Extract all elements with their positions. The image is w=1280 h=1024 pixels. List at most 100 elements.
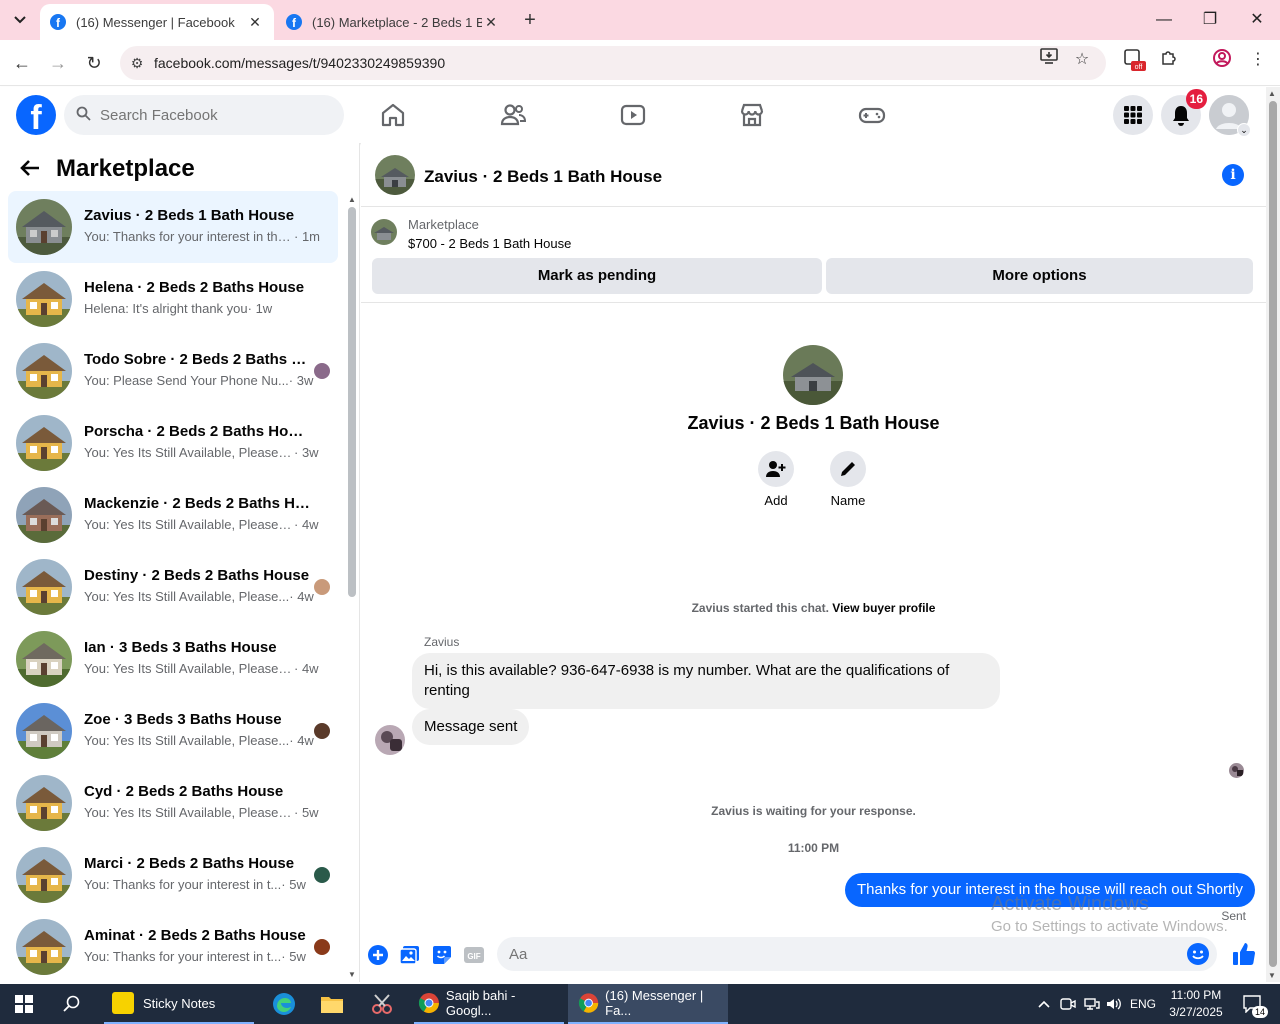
minimize-button[interactable]: — xyxy=(1152,8,1176,32)
thumbs-up-icon[interactable] xyxy=(1231,941,1257,967)
address-bar[interactable]: ⚙ facebook.com/messages/t/94023302498593… xyxy=(120,46,1106,80)
pencil-icon[interactable] xyxy=(830,451,866,487)
conversation-item[interactable]: Marci · 2 Beds 2 Baths House You: Thanks … xyxy=(8,839,338,911)
add-person-action[interactable]: Add xyxy=(746,451,806,508)
start-button[interactable] xyxy=(0,984,48,1024)
photo-icon[interactable] xyxy=(399,944,421,966)
taskbar-sticky-notes[interactable]: Sticky Notes xyxy=(104,984,254,1024)
taskbar-file-explorer[interactable] xyxy=(310,984,354,1024)
incoming-message[interactable]: Hi, is this available? 936-647-6938 is m… xyxy=(412,653,1000,709)
scrollbar-thumb[interactable] xyxy=(348,207,356,597)
more-options-button[interactable]: More options xyxy=(826,258,1253,294)
incoming-message[interactable]: Message sent xyxy=(412,709,530,745)
browser-menu-icon[interactable]: ⋮ xyxy=(1246,48,1270,72)
conversation-item[interactable]: Ian · 3 Beds 3 Baths House You: Yes Its S… xyxy=(8,623,338,695)
chat-started-notice: Zavius started this chat. View buyer pro… xyxy=(361,601,1266,615)
conversation-item[interactable]: Porscha · 2 Beds 2 Baths House You: Yes I… xyxy=(8,407,338,479)
site-info-icon[interactable]: ⚙ xyxy=(120,55,154,72)
account-avatar[interactable]: ⌄ xyxy=(1209,95,1251,137)
show-hidden-icons[interactable] xyxy=(1034,984,1054,1024)
restore-button[interactable]: ❐ xyxy=(1198,8,1222,32)
conversation-item[interactable]: Destiny · 2 Beds 2 Baths House You: Yes I… xyxy=(8,551,338,623)
scroll-up-icon[interactable]: ▲ xyxy=(348,195,356,204)
profile-icon[interactable] xyxy=(1210,48,1234,72)
info-icon[interactable]: i xyxy=(1222,164,1244,186)
conversation-item[interactable]: Aminat · 2 Beds 2 Baths House You: Thanks… xyxy=(8,911,338,983)
meet-now-icon[interactable] xyxy=(1058,984,1078,1024)
add-person-icon[interactable] xyxy=(758,451,794,487)
emoji-icon[interactable] xyxy=(1187,943,1209,965)
bookmark-star-icon[interactable]: ☆ xyxy=(1070,48,1094,72)
preview-time: · 4w xyxy=(289,589,314,604)
facebook-search[interactable] xyxy=(64,95,344,135)
friends-icon[interactable] xyxy=(499,101,527,129)
conversation-item[interactable]: Zoe · 3 Beds 3 Baths House You: Yes Its S… xyxy=(8,695,338,767)
video-icon[interactable] xyxy=(619,101,647,129)
chat-avatar[interactable] xyxy=(375,155,415,195)
tab-search-button[interactable] xyxy=(6,7,34,33)
panel-scrollbar[interactable]: ▲ ▼ xyxy=(346,195,356,979)
plus-circle-icon[interactable] xyxy=(367,944,389,966)
scroll-down-icon[interactable]: ▼ xyxy=(348,970,356,979)
facebook-logo-icon[interactable]: f xyxy=(16,95,56,135)
install-app-icon[interactable] xyxy=(1037,48,1061,72)
scroll-up-icon[interactable]: ▲ xyxy=(1268,89,1276,98)
browser-tab-messenger[interactable]: f (16) Messenger | Facebook ✕ xyxy=(40,4,274,40)
search-input[interactable] xyxy=(100,106,320,124)
view-buyer-profile-link[interactable]: View buyer profile xyxy=(832,601,935,615)
close-tab-icon[interactable]: ✕ xyxy=(482,14,500,31)
windows-logo-icon xyxy=(15,995,33,1013)
conversation-name: Marci · 2 Beds 2 Baths House xyxy=(84,855,295,872)
page-scrollbar[interactable]: ▲ ▼ xyxy=(1266,87,1280,982)
volume-icon[interactable] xyxy=(1104,984,1124,1024)
conversation-item[interactable]: Zavius · 2 Beds 1 Bath House You: Thanks … xyxy=(8,191,338,263)
notifications-button[interactable]: 16 xyxy=(1161,89,1207,135)
taskbar-search-button[interactable] xyxy=(48,984,96,1024)
conversation-name: Todo Sobre · 2 Beds 2 Baths H... xyxy=(84,351,310,368)
home-icon[interactable] xyxy=(379,101,407,129)
listing-price[interactable]: $700 - 2 Beds 1 Bath House xyxy=(408,236,571,251)
conversation-item[interactable]: Helena · 2 Beds 2 Baths House Helena: It'… xyxy=(8,263,338,335)
page-scrollbar-thumb[interactable] xyxy=(1269,101,1277,967)
mark-as-pending-button[interactable]: Mark as pending xyxy=(372,258,822,294)
reload-button[interactable]: ↻ xyxy=(81,50,107,76)
menu-grid-button[interactable] xyxy=(1113,95,1153,135)
gif-icon[interactable]: GIF xyxy=(463,944,485,966)
conversation-item[interactable]: Mackenzie · 2 Beds 2 Baths House You: Yes… xyxy=(8,479,338,551)
name-action[interactable]: Name xyxy=(818,451,878,508)
close-window-button[interactable]: ✕ xyxy=(1245,8,1269,32)
watermark-line2: Go to Settings to activate Windows. xyxy=(991,918,1228,935)
taskbar-edge[interactable] xyxy=(262,984,306,1024)
network-icon[interactable] xyxy=(1082,984,1102,1024)
scroll-down-icon[interactable]: ▼ xyxy=(1268,971,1276,980)
back-arrow-icon[interactable] xyxy=(20,157,40,183)
message-input[interactable] xyxy=(509,945,1169,963)
browser-tab-marketplace[interactable]: f (16) Marketplace - 2 Beds 1 Bath ✕ xyxy=(276,4,510,40)
conversation-item[interactable]: Todo Sobre · 2 Beds 2 Baths H... You: Ple… xyxy=(8,335,338,407)
close-tab-icon[interactable]: ✕ xyxy=(246,14,264,31)
taskbar-chrome-saqib[interactable]: Saqib bahi - Googl... xyxy=(414,984,564,1024)
gaming-icon[interactable] xyxy=(858,101,886,129)
message-input-container[interactable] xyxy=(497,937,1217,971)
conversation-name: Aminat · 2 Beds 2 Baths House xyxy=(84,927,306,944)
sender-name: Zavius xyxy=(424,635,460,649)
preview-time: · 5w xyxy=(294,805,319,820)
chat-title[interactable]: Zavius · 2 Beds 1 Bath House xyxy=(424,167,662,187)
profile-avatar[interactable] xyxy=(783,345,843,405)
taskbar-snipping-tool[interactable] xyxy=(360,984,404,1024)
forward-button[interactable]: → xyxy=(45,50,71,76)
back-button[interactable]: ← xyxy=(9,50,35,76)
extension-off-icon[interactable]: off xyxy=(1122,48,1146,72)
marketplace-icon[interactable] xyxy=(738,101,766,129)
started-text: Zavius started this chat. xyxy=(691,601,829,615)
sender-avatar[interactable] xyxy=(375,725,405,755)
sticker-icon[interactable] xyxy=(431,944,453,966)
taskbar-clock[interactable]: 11:00 PM 3/27/2025 xyxy=(1158,987,1234,1021)
listing-thumbnail[interactable] xyxy=(371,219,397,245)
extensions-puzzle-icon[interactable] xyxy=(1157,48,1181,72)
new-tab-button[interactable]: + xyxy=(518,9,542,33)
conversation-item[interactable]: Cyd · 2 Beds 2 Baths House You: Yes Its S… xyxy=(8,767,338,839)
taskbar-chrome-messenger[interactable]: (16) Messenger | Fa... xyxy=(568,984,728,1024)
action-center-button[interactable]: 14 xyxy=(1238,984,1268,1024)
input-language[interactable]: ENG xyxy=(1130,984,1156,1024)
